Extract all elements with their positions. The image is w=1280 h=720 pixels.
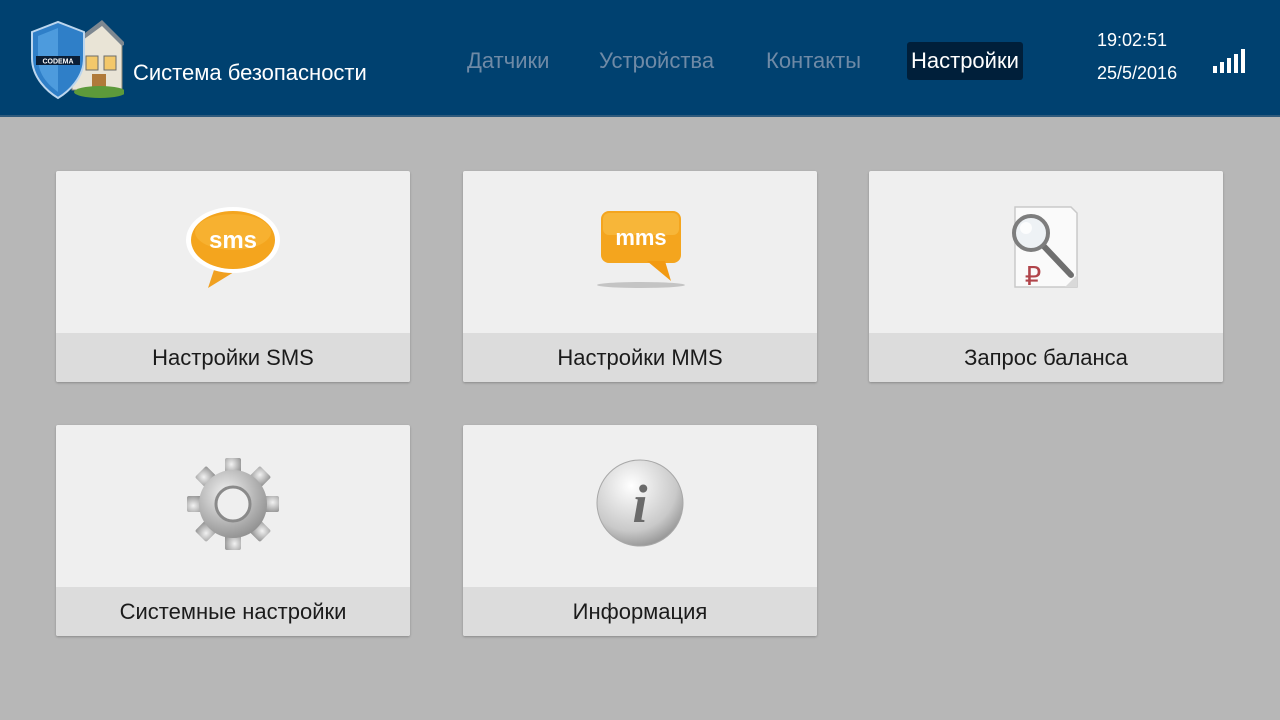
mms-bubble-icon: mms [597, 211, 685, 288]
mms-icon-text: mms [615, 225, 666, 250]
ruble-icon-text: ₽ [1025, 262, 1042, 291]
tab-settings[interactable]: Настройки [907, 42, 1023, 80]
balance-request-tile[interactable]: ₽ Запрос баланса [869, 171, 1223, 382]
house-shield-logo: CODEMA [31, 20, 124, 100]
info-icon: i [596, 459, 684, 547]
tab-sensors[interactable]: Датчики [463, 42, 553, 80]
clock-time: 19:02:51 [1097, 30, 1168, 50]
svg-text:CODEMA: CODEMA [42, 59, 73, 66]
balance-request-label: Запрос баланса [869, 333, 1223, 382]
mms-settings-tile[interactable]: mms Настройки MMS [463, 171, 817, 382]
sms-settings-tile[interactable]: sms Настройки SMS [56, 171, 410, 382]
gear-icon [187, 458, 279, 550]
signal-strength-icon [1213, 49, 1245, 73]
system-settings-label: Системные настройки [56, 587, 410, 636]
sms-bubble-icon: sms [186, 207, 280, 288]
tab-contacts[interactable]: Контакты [762, 42, 865, 80]
clock-date: 25/5/2016 [1097, 63, 1178, 83]
sms-icon-text: sms [209, 227, 257, 254]
tab-devices[interactable]: Устройства [595, 42, 718, 80]
top-bar: CODEMA Система безопасности Датчики Устр… [0, 0, 1280, 117]
sms-settings-label: Настройки SMS [56, 333, 410, 382]
mms-settings-label: Настройки MMS [463, 333, 817, 382]
information-label: Информация [463, 587, 817, 636]
app-title: Система безопасности [133, 60, 367, 85]
info-icon-text: i [632, 474, 647, 534]
system-settings-tile[interactable]: Системные настройки [56, 425, 410, 636]
information-tile[interactable]: i Информация [463, 425, 817, 636]
balance-search-icon: ₽ [1012, 206, 1078, 291]
